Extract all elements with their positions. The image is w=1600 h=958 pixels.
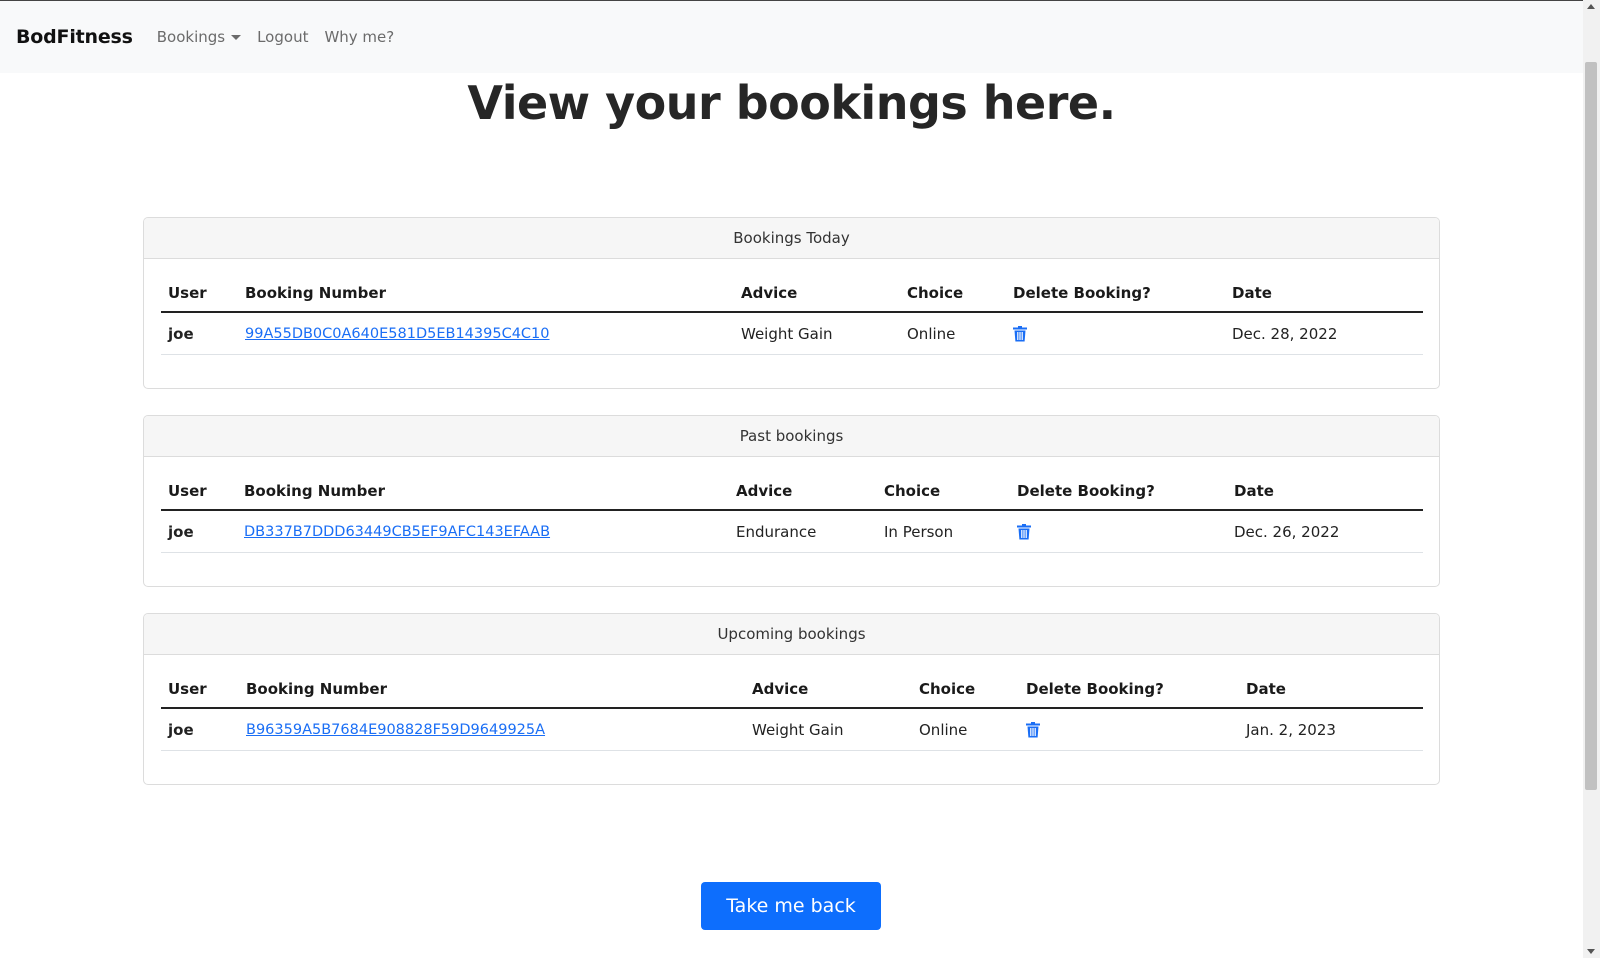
card-header: Past bookings bbox=[144, 416, 1439, 457]
vertical-scrollbar[interactable] bbox=[1583, 0, 1600, 958]
page-title: View your bookings here. bbox=[467, 76, 1116, 130]
take-me-back-button[interactable]: Take me back bbox=[701, 882, 881, 930]
col-header-advice: Advice bbox=[736, 482, 793, 500]
nav-logout[interactable]: Logout bbox=[257, 28, 308, 46]
cell-choice: In Person bbox=[884, 522, 954, 541]
nav-bookings-dropdown[interactable]: Bookings bbox=[156, 28, 242, 46]
scroll-up-arrow-icon[interactable] bbox=[1587, 4, 1595, 9]
scroll-down-arrow-icon[interactable] bbox=[1587, 949, 1595, 954]
col-header-booking-number: Booking Number bbox=[244, 482, 385, 500]
col-header-user: User bbox=[168, 680, 207, 698]
table-row: joe 99A55DB0C0A640E581D5EB14395C4C10 Wei… bbox=[161, 313, 1423, 355]
scrollbar-thumb[interactable] bbox=[1585, 62, 1597, 790]
past-bookings-card: Past bookings User Booking Number Advice… bbox=[143, 415, 1440, 587]
col-header-date: Date bbox=[1234, 482, 1274, 500]
booking-number-link[interactable]: B96359A5B7684E908828F59D9649925A bbox=[246, 722, 545, 738]
nav-why-me[interactable]: Why me? bbox=[324, 28, 394, 46]
col-header-choice: Choice bbox=[884, 482, 941, 500]
col-header-booking-number: Booking Number bbox=[245, 284, 386, 302]
col-header-user: User bbox=[168, 482, 207, 500]
cell-advice: Weight Gain bbox=[741, 324, 833, 343]
card-header: Bookings Today bbox=[144, 218, 1439, 259]
col-header-delete: Delete Booking? bbox=[1013, 284, 1151, 302]
cell-advice: Weight Gain bbox=[752, 720, 844, 739]
trash-icon[interactable] bbox=[1013, 325, 1027, 342]
brand-logo[interactable]: BodFitness bbox=[16, 26, 133, 48]
cell-date: Jan. 2, 2023 bbox=[1246, 720, 1336, 739]
nav-bookings-label: Bookings bbox=[156, 28, 226, 46]
col-header-advice: Advice bbox=[752, 680, 809, 698]
table-header-row: User Booking Number Advice Choice Delete… bbox=[161, 480, 1423, 511]
col-header-choice: Choice bbox=[907, 284, 964, 302]
top-navbar: BodFitness Bookings Logout Why me? bbox=[0, 0, 1583, 73]
trash-icon[interactable] bbox=[1017, 523, 1031, 540]
page-viewport: BodFitness Bookings Logout Why me? View … bbox=[0, 0, 1583, 958]
cell-choice: Online bbox=[907, 324, 956, 343]
col-header-advice: Advice bbox=[741, 284, 798, 302]
bookings-today-card: Bookings Today User Booking Number Advic… bbox=[143, 217, 1440, 389]
cell-advice: Endurance bbox=[736, 522, 817, 541]
cell-user: joe bbox=[168, 720, 194, 739]
bookings-table: User Booking Number Advice Choice Delete… bbox=[161, 678, 1423, 751]
cell-user: joe bbox=[168, 522, 194, 541]
chevron-down-icon bbox=[231, 34, 242, 40]
table-header-row: User Booking Number Advice Choice Delete… bbox=[161, 282, 1423, 313]
trash-icon[interactable] bbox=[1026, 721, 1040, 738]
table-row: joe B96359A5B7684E908828F59D9649925A Wei… bbox=[161, 709, 1423, 751]
table-row: joe DB337B7DDD63449CB5EF9AFC143EFAAB End… bbox=[161, 511, 1423, 553]
card-header: Upcoming bookings bbox=[144, 614, 1439, 655]
bookings-table: User Booking Number Advice Choice Delete… bbox=[161, 282, 1423, 355]
table-header-row: User Booking Number Advice Choice Delete… bbox=[161, 678, 1423, 709]
cell-date: Dec. 26, 2022 bbox=[1234, 522, 1340, 541]
col-header-date: Date bbox=[1232, 284, 1272, 302]
cell-choice: Online bbox=[919, 720, 968, 739]
col-header-delete: Delete Booking? bbox=[1026, 680, 1164, 698]
booking-number-link[interactable]: 99A55DB0C0A640E581D5EB14395C4C10 bbox=[245, 326, 550, 342]
col-header-user: User bbox=[168, 284, 207, 302]
col-header-booking-number: Booking Number bbox=[246, 680, 387, 698]
col-header-delete: Delete Booking? bbox=[1017, 482, 1155, 500]
booking-number-link[interactable]: DB337B7DDD63449CB5EF9AFC143EFAAB bbox=[244, 524, 550, 540]
col-header-date: Date bbox=[1246, 680, 1286, 698]
cell-user: joe bbox=[168, 324, 194, 343]
col-header-choice: Choice bbox=[919, 680, 976, 698]
upcoming-bookings-card: Upcoming bookings User Booking Number Ad… bbox=[143, 613, 1440, 785]
cell-date: Dec. 28, 2022 bbox=[1232, 324, 1338, 343]
bookings-table: User Booking Number Advice Choice Delete… bbox=[161, 480, 1423, 553]
